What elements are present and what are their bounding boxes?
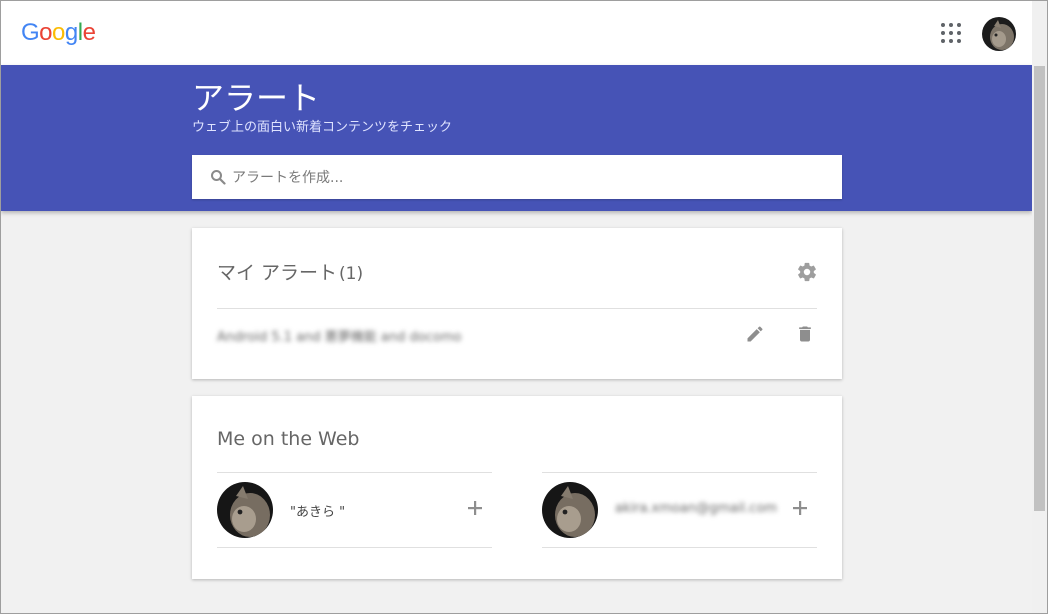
vertical-scrollbar[interactable] (1032, 1, 1047, 613)
web-item-name[interactable]: "あきら " (217, 472, 492, 548)
cat-avatar-icon (542, 482, 598, 538)
alert-query[interactable]: Android 5.1 and 悪夢機能 and docomo (217, 326, 461, 345)
scrollbar-thumb[interactable] (1034, 66, 1045, 511)
search-input[interactable] (230, 155, 824, 201)
me-on-the-web-title: Me on the Web (217, 428, 360, 450)
hero-banner: アラート ウェブ上の面白い新着コンテンツをチェック (1, 65, 1032, 211)
create-alert-search[interactable] (192, 155, 842, 201)
apps-grid-icon[interactable] (941, 23, 961, 43)
me-on-the-web-card: Me on the Web "あきら " akira.xmoan@gmail.c… (192, 396, 842, 579)
alert-row[interactable]: Android 5.1 and 悪夢機能 and docomo (217, 308, 817, 358)
web-item-email[interactable]: akira.xmoan@gmail.com (542, 472, 817, 548)
my-alerts-card: マイ アラート (1) Android 5.1 and 悪夢機能 and doco… (192, 228, 842, 379)
alert-count: (1) (339, 264, 364, 284)
page-subtitle: ウェブ上の面白い新着コンテンツをチェック (192, 120, 453, 135)
search-icon (211, 170, 226, 185)
web-item-label: "あきら " (290, 505, 346, 520)
gear-icon[interactable] (796, 261, 818, 283)
logo-letter: o (39, 19, 53, 46)
my-alerts-heading: マイ アラート (1) (217, 258, 363, 285)
edit-pencil-icon[interactable] (745, 324, 765, 344)
logo-letter: G (21, 19, 40, 46)
logo-letter: g (64, 19, 78, 46)
cat-avatar-icon (982, 17, 1016, 51)
avatar (217, 482, 273, 538)
page-title: アラート (192, 79, 321, 117)
my-alerts-title: マイ アラート (217, 262, 338, 284)
logo-letter: o (52, 19, 65, 46)
add-plus-icon[interactable] (465, 498, 485, 518)
add-plus-icon[interactable] (790, 498, 810, 518)
top-bar: Google (1, 1, 1032, 65)
web-item-label: akira.xmoan@gmail.com (615, 501, 778, 516)
trash-icon[interactable] (795, 324, 815, 344)
cat-avatar-icon (217, 482, 273, 538)
avatar (542, 482, 598, 538)
google-logo[interactable]: Google (21, 19, 96, 47)
logo-letter: e (82, 19, 96, 46)
account-avatar[interactable] (982, 17, 1016, 51)
